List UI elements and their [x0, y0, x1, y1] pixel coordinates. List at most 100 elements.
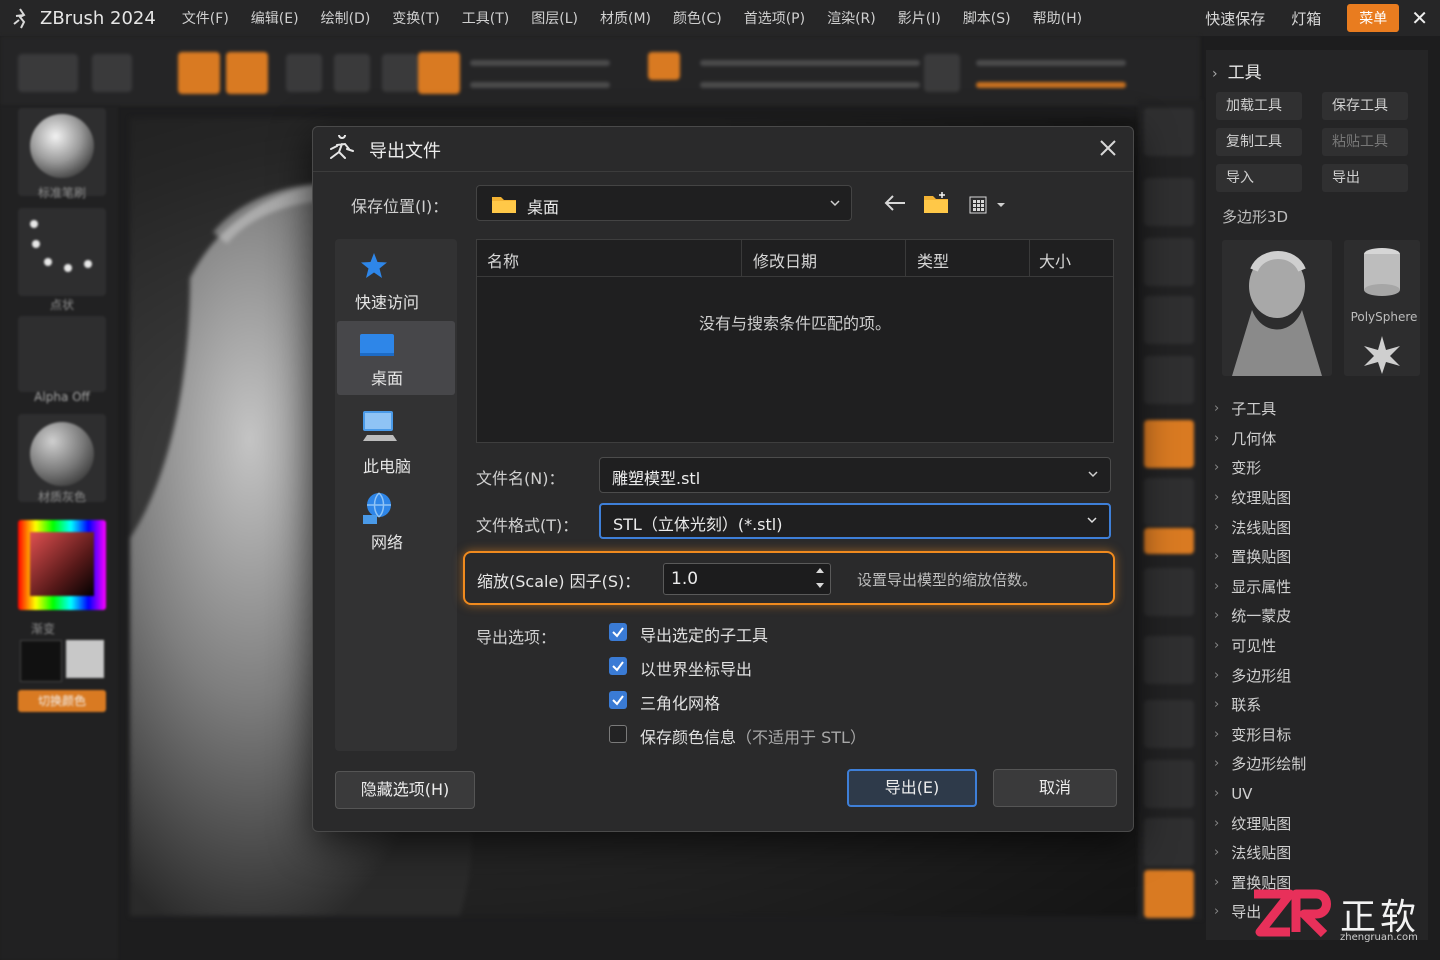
menu-button[interactable]: 菜单 — [1347, 4, 1400, 32]
close-icon[interactable] — [1093, 133, 1123, 163]
toolbar-slider[interactable] — [976, 60, 1126, 66]
shelf-button[interactable] — [1144, 108, 1194, 156]
menu-file[interactable]: 文件(F) — [182, 8, 229, 28]
shelf-button[interactable] — [1144, 356, 1194, 404]
toolbar-slider[interactable] — [470, 60, 610, 66]
column-divider[interactable] — [905, 240, 906, 276]
save-location-dropdown[interactable]: 桌面 — [476, 185, 852, 221]
column-type[interactable]: 类型 — [917, 248, 949, 272]
chevron-down-icon[interactable] — [1086, 467, 1100, 481]
column-size[interactable]: 大小 — [1039, 248, 1071, 272]
triangulate-mesh-checkbox[interactable] — [609, 691, 627, 709]
shelf-orange-button[interactable] — [1144, 420, 1194, 468]
filename-field[interactable]: 雕塑模型.stl — [599, 457, 1111, 493]
toolbar-slider[interactable] — [976, 82, 1126, 88]
toolbar-button[interactable] — [18, 54, 78, 92]
menu-help[interactable]: 帮助(H) — [1033, 8, 1082, 28]
switch-color-button[interactable]: 切换颜色 — [18, 690, 106, 712]
menu-tool[interactable]: 工具(T) — [462, 8, 509, 28]
tool-thumbnail-polysphere[interactable]: PolySphere — [1344, 240, 1420, 376]
export-tool-button[interactable]: 导出 — [1322, 164, 1408, 192]
move-button[interactable] — [286, 54, 322, 92]
shelf-orange-button[interactable] — [1144, 870, 1194, 918]
export-world-coords-checkbox[interactable] — [609, 657, 627, 675]
menu-draw[interactable]: 绘制(D) — [321, 8, 371, 28]
option-label[interactable]: 保存颜色信息（不适用于 STL） — [640, 724, 866, 748]
spin-up-icon[interactable] — [814, 566, 826, 576]
toolbar-button[interactable] — [92, 54, 132, 92]
subpalette-item[interactable]: › 法线贴图 — [1214, 512, 1306, 542]
subpalette-item[interactable]: › 子工具 — [1214, 394, 1306, 424]
shelf-button[interactable] — [1144, 636, 1194, 684]
menu-material[interactable]: 材质(M) — [600, 8, 651, 28]
copy-tool-button[interactable]: 复制工具 — [1216, 128, 1302, 156]
shelf-button[interactable] — [1144, 760, 1194, 808]
view-menu-icon[interactable] — [969, 195, 1009, 219]
place-quick-access[interactable]: 快速访问 — [337, 245, 455, 319]
scale-factor-input[interactable]: 1.0 — [663, 563, 831, 595]
back-arrow-icon[interactable] — [883, 193, 907, 217]
shelf-button[interactable] — [1144, 818, 1194, 866]
toolbar-orange-button[interactable] — [648, 52, 680, 80]
shelf-orange-button[interactable] — [1144, 528, 1194, 554]
file-format-dropdown[interactable]: STL（立体光刻）(*.stl) — [599, 503, 1111, 539]
option-label[interactable]: 三角化网格 — [640, 690, 720, 714]
stroke-selector[interactable] — [18, 208, 106, 296]
color-picker-field[interactable] — [30, 532, 94, 596]
subpalette-item[interactable]: › 纹理贴图 — [1214, 808, 1306, 838]
shelf-button[interactable] — [1144, 478, 1194, 526]
menu-render[interactable]: 渲染(R) — [827, 8, 876, 28]
option-label[interactable]: 以世界坐标导出 — [640, 656, 752, 680]
import-button[interactable]: 导入 — [1216, 164, 1302, 192]
spin-down-icon[interactable] — [814, 580, 826, 590]
alpha-selector[interactable] — [18, 316, 106, 392]
app-close-icon[interactable]: ✕ — [1411, 6, 1428, 30]
subpalette-item[interactable]: › 显示属性 — [1214, 572, 1306, 602]
subpalette-item[interactable]: › 置换贴图 — [1214, 542, 1306, 572]
place-this-pc[interactable]: 此电脑 — [337, 403, 455, 477]
subpalette-item[interactable]: › 变形目标 — [1214, 720, 1306, 750]
shelf-button[interactable] — [1144, 296, 1194, 344]
file-list[interactable]: 名称 修改日期 类型 大小 没有与搜索条件匹配的项。 — [476, 239, 1114, 443]
brush-selector[interactable] — [18, 108, 106, 196]
edit-mode-button[interactable] — [178, 52, 220, 94]
paste-tool-button[interactable]: 粘贴工具 — [1322, 128, 1408, 156]
export-button[interactable]: 导出(E) — [847, 769, 977, 807]
tool-palette-header[interactable]: › 工具 — [1212, 58, 1262, 83]
subpalette-item[interactable]: › 多边形组 — [1214, 660, 1306, 690]
rotate-button[interactable] — [382, 54, 418, 92]
menu-color[interactable]: 颜色(C) — [673, 8, 722, 28]
toolbar-slider[interactable] — [470, 82, 610, 88]
secondary-color-swatch[interactable] — [66, 640, 104, 678]
scale-button[interactable] — [334, 54, 370, 92]
subpalette-item[interactable]: › 法线贴图 — [1214, 838, 1306, 868]
column-divider[interactable] — [741, 240, 742, 276]
draw-mode-button[interactable] — [226, 52, 268, 94]
subpalette-item[interactable]: › 多边形绘制 — [1214, 749, 1306, 779]
subpalette-item[interactable]: › 联系 — [1214, 690, 1306, 720]
subpalette-item[interactable]: › 可见性 — [1214, 631, 1306, 661]
shelf-button[interactable] — [1144, 238, 1194, 286]
option-label[interactable]: 导出选定的子工具 — [640, 622, 768, 646]
hide-options-button[interactable]: 隐藏选项(H) — [335, 771, 475, 809]
lightbox-button[interactable]: 灯箱 — [1291, 8, 1321, 29]
save-color-info-checkbox[interactable] — [609, 725, 627, 743]
subpalette-item[interactable]: › 纹理贴图 — [1214, 483, 1306, 513]
color-picker[interactable] — [18, 520, 106, 610]
place-desktop[interactable]: 桌面 — [337, 321, 455, 395]
cancel-button[interactable]: 取消 — [993, 769, 1117, 807]
quicksave-button[interactable]: 快速保存 — [1205, 8, 1265, 29]
main-color-swatch[interactable] — [20, 640, 62, 682]
menu-preferences[interactable]: 首选项(P) — [744, 8, 805, 28]
save-tool-button[interactable]: 保存工具 — [1322, 92, 1408, 120]
shelf-button[interactable] — [1144, 178, 1194, 226]
menu-transform[interactable]: 变换(T) — [392, 8, 439, 28]
column-divider[interactable] — [1029, 240, 1030, 276]
place-network[interactable]: 网络 — [337, 485, 455, 559]
menu-movie[interactable]: 影片(I) — [898, 8, 941, 28]
menu-edit[interactable]: 编辑(E) — [251, 8, 299, 28]
toolbar-slider[interactable] — [700, 60, 920, 66]
shelf-button[interactable] — [1144, 700, 1194, 748]
toolbar-button[interactable] — [924, 54, 960, 92]
column-date[interactable]: 修改日期 — [753, 248, 817, 272]
